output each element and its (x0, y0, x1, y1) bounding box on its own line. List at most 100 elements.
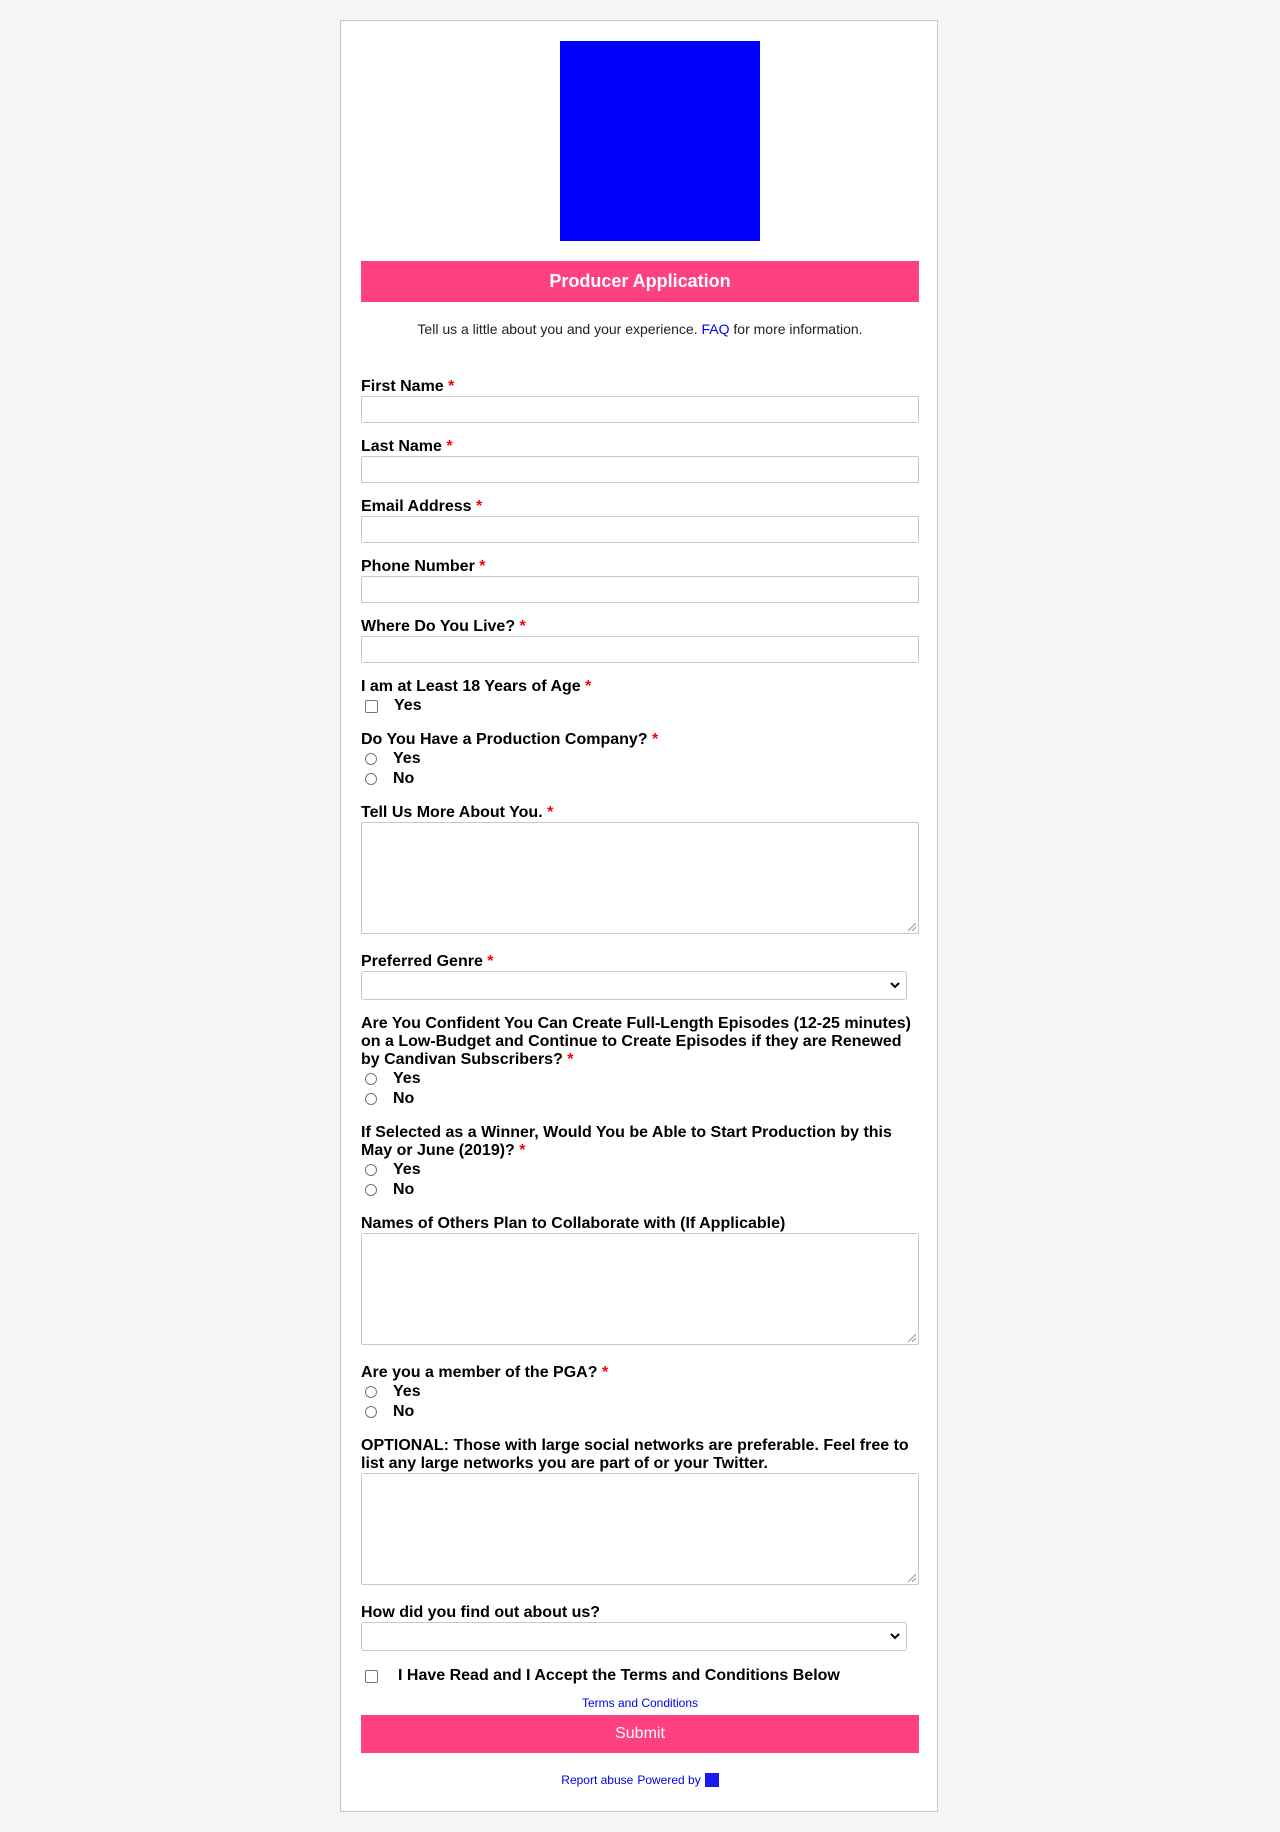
form-card: Producer Application Tell us a little ab… (340, 20, 938, 1812)
start-production-label: If Selected as a Winner, Would You be Ab… (361, 1124, 919, 1160)
report-abuse-link[interactable]: Report abuse (561, 1773, 633, 1787)
genre-select[interactable] (361, 971, 907, 1000)
option-label: No (393, 770, 415, 787)
email-input[interactable] (361, 516, 919, 543)
about-label-text: Tell Us More About You. (361, 804, 543, 821)
first-name-input[interactable] (361, 396, 919, 423)
required-marker: * (487, 953, 494, 970)
age-checkbox[interactable] (365, 699, 378, 713)
production-company-yes[interactable]: Yes (365, 750, 421, 768)
genre-label: Preferred Genre * (361, 953, 919, 971)
intro-text-end: for more information. (729, 321, 863, 337)
start-production-yes[interactable]: Yes (365, 1161, 421, 1179)
confident-yes[interactable]: Yes (365, 1070, 421, 1088)
radio-button[interactable] (365, 1184, 377, 1196)
pga-label: Are you a member of the PGA? * (361, 1364, 919, 1382)
start-production-no[interactable]: No (365, 1181, 414, 1199)
about-label: Tell Us More About You. * (361, 804, 919, 822)
radio-button[interactable] (365, 773, 377, 785)
option-label: Yes (393, 750, 421, 767)
chevron-down-icon (890, 982, 900, 989)
option-label: No (393, 1403, 415, 1420)
option-label: No (393, 1090, 415, 1107)
required-marker: * (585, 678, 592, 695)
option-label: Yes (394, 697, 422, 714)
radio-button[interactable] (365, 1164, 377, 1176)
referral-label: How did you find out about us? (361, 1604, 919, 1622)
pga-no[interactable]: No (365, 1403, 414, 1421)
email-label: Email Address * (361, 498, 919, 516)
genre-label-text: Preferred Genre (361, 953, 483, 970)
faq-link[interactable]: FAQ (701, 321, 729, 337)
accept-terms-checkbox[interactable] (365, 1669, 378, 1683)
resize-grip-icon[interactable] (908, 923, 916, 931)
location-label: Where Do You Live? * (361, 618, 919, 636)
age-label-text: I am at Least 18 Years of Age (361, 678, 581, 695)
resize-grip-icon[interactable] (908, 1334, 916, 1342)
last-name-input[interactable] (361, 456, 919, 483)
required-marker: * (479, 558, 486, 575)
start-production-label-text: If Selected as a Winner, Would You be Ab… (361, 1124, 892, 1159)
collaborators-label-text: Names of Others Plan to Collaborate with… (361, 1215, 786, 1232)
accept-terms-option[interactable]: I Have Read and I Accept the Terms and C… (365, 1667, 840, 1685)
referral-label-text: How did you find out about us? (361, 1604, 601, 1621)
option-label: Yes (393, 1070, 421, 1087)
age-label: I am at Least 18 Years of Age * (361, 678, 919, 696)
required-marker: * (567, 1051, 574, 1068)
chevron-down-icon (890, 1633, 900, 1640)
option-label: Yes (393, 1161, 421, 1178)
collaborators-textarea[interactable] (361, 1233, 919, 1345)
required-marker: * (652, 731, 659, 748)
form-intro: Tell us a little about you and your expe… (361, 321, 919, 337)
location-label-text: Where Do You Live? (361, 618, 516, 635)
location-input[interactable] (361, 636, 919, 663)
confident-label: Are You Confident You Can Create Full-Le… (361, 1015, 919, 1069)
phone-input[interactable] (361, 576, 919, 603)
social-textarea[interactable] (361, 1473, 919, 1585)
referral-select[interactable] (361, 1622, 907, 1651)
phone-label-text: Phone Number (361, 558, 475, 575)
email-label-text: Email Address (361, 498, 472, 515)
radio-button[interactable] (365, 1073, 377, 1085)
form-logo (560, 41, 760, 241)
required-marker: * (601, 1364, 609, 1381)
option-label: Yes (393, 1383, 421, 1400)
required-marker: * (448, 378, 455, 395)
radio-button[interactable] (365, 1406, 377, 1418)
radio-button[interactable] (365, 1093, 377, 1105)
last-name-label-text: Last Name (361, 438, 442, 455)
last-name-label: Last Name * (361, 438, 919, 456)
form-title: Producer Application (361, 261, 919, 302)
confident-label-text: Are You Confident You Can Create Full-Le… (361, 1015, 911, 1068)
age-yes-option[interactable]: Yes (365, 697, 422, 715)
powered-by-text: Powered by (637, 1773, 701, 1787)
form-footer: Report abuse Powered by (361, 1773, 919, 1787)
production-company-no[interactable]: No (365, 770, 414, 788)
first-name-label-text: First Name (361, 378, 444, 395)
about-textarea[interactable] (361, 822, 919, 934)
first-name-label: First Name * (361, 378, 919, 396)
confident-no[interactable]: No (365, 1090, 414, 1108)
phone-label: Phone Number * (361, 558, 919, 576)
radio-button[interactable] (365, 1386, 377, 1398)
social-label-text: OPTIONAL: Those with large social networ… (361, 1437, 909, 1472)
option-label: No (393, 1181, 415, 1198)
production-company-label: Do You Have a Production Company? * (361, 731, 919, 749)
collaborators-label: Names of Others Plan to Collaborate with… (361, 1215, 919, 1233)
pga-label-text: Are you a member of the PGA? (361, 1364, 598, 1381)
required-marker: * (519, 1142, 526, 1159)
terms-link[interactable]: Terms and Conditions (361, 1696, 919, 1710)
submit-button[interactable]: Submit (361, 1715, 919, 1753)
pga-yes[interactable]: Yes (365, 1383, 421, 1401)
required-marker: * (476, 498, 483, 515)
production-company-label-text: Do You Have a Production Company? (361, 731, 648, 748)
social-label: OPTIONAL: Those with large social networ… (361, 1437, 919, 1473)
required-marker: * (446, 438, 453, 455)
radio-button[interactable] (365, 753, 377, 765)
required-marker: * (519, 618, 526, 635)
required-marker: * (547, 804, 554, 821)
intro-text: Tell us a little about you and your expe… (417, 321, 702, 337)
resize-grip-icon[interactable] (908, 1574, 916, 1582)
powered-by-logo[interactable] (704, 1773, 719, 1787)
accept-terms-label: I Have Read and I Accept the Terms and C… (398, 1667, 840, 1684)
